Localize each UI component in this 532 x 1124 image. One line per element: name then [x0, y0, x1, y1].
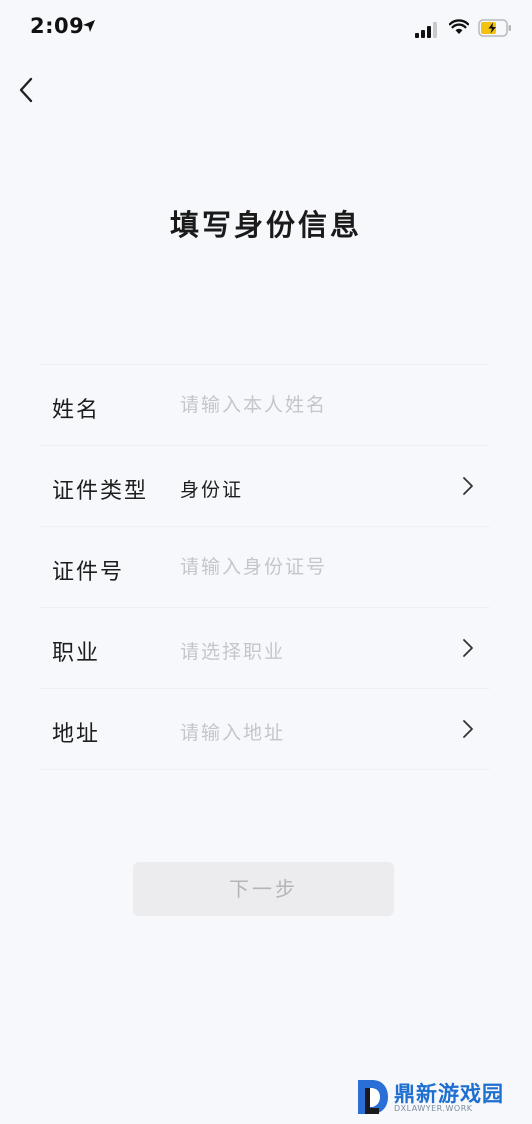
- next-step-button[interactable]: 下一步: [133, 862, 394, 916]
- id-type-value[interactable]: 身份证: [180, 475, 450, 502]
- watermark-subtitle: DXLAWYER.WORK: [394, 1104, 473, 1113]
- name-input[interactable]: [180, 394, 450, 416]
- wifi-icon: [449, 19, 469, 34]
- id-number-label: 证件号: [52, 560, 125, 585]
- watermark: 鼎新游戏园 DXLAWYER.WORK: [348, 1072, 528, 1120]
- chevron-right-icon: [463, 639, 473, 657]
- watermark-logo-icon: [358, 1080, 388, 1114]
- form-row-name[interactable]: 姓名: [40, 364, 490, 446]
- form-row-id-type[interactable]: 证件类型 身份证: [40, 446, 490, 527]
- id-number-input[interactable]: [180, 556, 450, 578]
- id-type-label: 证件类型: [52, 479, 149, 504]
- chevron-left-icon: [19, 77, 33, 103]
- name-label: 姓名: [52, 398, 101, 423]
- battery-icon: [478, 19, 511, 37]
- page-title: 填写身份信息: [169, 208, 362, 242]
- location-arrow-icon: [83, 20, 95, 32]
- address-select[interactable]: 请输入地址: [180, 718, 450, 745]
- occupation-select[interactable]: 请选择职业: [180, 637, 450, 664]
- form-row-id-number[interactable]: 证件号: [40, 527, 490, 608]
- identity-form: 姓名 证件类型 身份证 证件号 职业 请选择职业 地址 请输入地址: [40, 364, 490, 770]
- occupation-label: 职业: [52, 641, 101, 666]
- form-row-occupation[interactable]: 职业 请选择职业: [40, 608, 490, 689]
- address-label: 地址: [52, 722, 101, 747]
- chevron-right-icon: [463, 477, 473, 495]
- status-bar: 2:09: [0, 0, 532, 60]
- form-row-address[interactable]: 地址 请输入地址: [40, 689, 490, 770]
- cellular-signal-icon: [415, 22, 437, 38]
- status-time: 2:09: [30, 14, 85, 38]
- back-button[interactable]: [10, 72, 46, 108]
- chevron-right-icon: [463, 720, 473, 738]
